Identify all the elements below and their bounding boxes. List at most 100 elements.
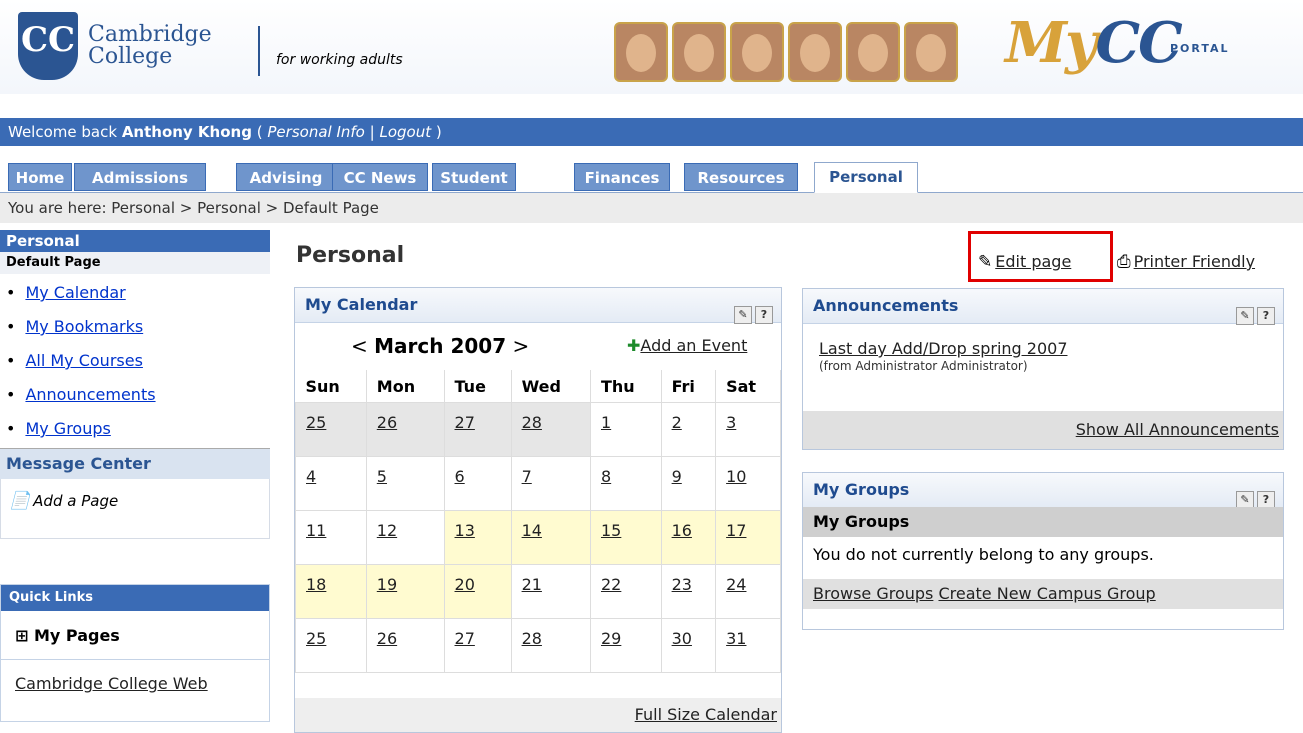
edit-page-item: ✎ Edit page	[978, 252, 1071, 272]
settings-icon[interactable]: ✎	[734, 306, 752, 324]
calendar-day-link[interactable]: 24	[726, 575, 746, 594]
cambridge-college-web-link[interactable]: Cambridge College Web	[15, 674, 208, 693]
header-photo	[904, 22, 958, 82]
groups-header: My Groups ✎?	[803, 473, 1283, 509]
calendar-day-link[interactable]: 5	[377, 467, 387, 486]
calendar-day-link[interactable]: 31	[726, 629, 746, 648]
edit-page-link[interactable]: Edit page	[995, 252, 1071, 271]
tab-student[interactable]: Student	[432, 163, 516, 191]
calendar-day-link[interactable]: 8	[601, 467, 611, 486]
calendar-day-link[interactable]: 17	[726, 521, 746, 540]
calendar-day-link[interactable]: 28	[522, 629, 542, 648]
calendar-day-link[interactable]: 19	[377, 575, 397, 594]
calendar-day-cell: 19	[365, 564, 445, 619]
next-month-button[interactable]: >	[512, 334, 529, 358]
calendar-day-cell: 25	[295, 402, 367, 457]
edit-page-icon: ✎	[978, 252, 993, 272]
calendar-day-link[interactable]: 7	[522, 467, 532, 486]
sidebar-link-my-groups[interactable]: My Groups	[25, 419, 110, 438]
add-page-item[interactable]: 📄 Add a Page	[0, 479, 270, 539]
calendar-day-link[interactable]: 11	[306, 521, 326, 540]
calendar-day-link[interactable]: 29	[601, 629, 621, 648]
portlet-controls: ✎?	[731, 296, 773, 330]
calendar-day-link[interactable]: 25	[306, 629, 326, 648]
calendar-day-link[interactable]: 9	[672, 467, 682, 486]
expand-icon[interactable]: ⊞	[15, 626, 28, 645]
calendar-portlet: My Calendar ✎? < March 2007 > ✚Add an Ev…	[294, 287, 782, 733]
welcome-prefix: Welcome back	[8, 123, 118, 141]
quick-links-panel: Quick Links ⊞ My Pages Cambridge College…	[0, 584, 270, 722]
calendar-day-cell: 30	[660, 618, 717, 673]
calendar-day-link[interactable]: 21	[522, 575, 542, 594]
prev-month-button[interactable]: <	[351, 334, 368, 358]
calendar-day-link[interactable]: 27	[455, 413, 475, 432]
calendar-day-link[interactable]: 10	[726, 467, 746, 486]
sidebar-link-announcements[interactable]: Announcements	[25, 385, 155, 404]
header-photo	[788, 22, 842, 82]
calendar-day-link[interactable]: 30	[672, 629, 692, 648]
personal-info-link[interactable]: Personal Info	[267, 123, 364, 141]
browse-groups-link[interactable]: Browse Groups	[813, 584, 933, 603]
sidebar-link-my-bookmarks[interactable]: My Bookmarks	[25, 317, 143, 336]
printer-friendly-link[interactable]: Printer Friendly	[1134, 252, 1255, 271]
calendar-day-link[interactable]: 1	[601, 413, 611, 432]
calendar-day-link[interactable]: 2	[672, 413, 682, 432]
logout-link[interactable]: Logout	[379, 123, 431, 141]
tab-home[interactable]: Home	[8, 163, 72, 191]
calendar-day-link[interactable]: 26	[377, 629, 397, 648]
groups-actions: Browse Groups Create New Campus Group	[803, 579, 1283, 609]
calendar-day-link[interactable]: 16	[672, 521, 692, 540]
message-center-item[interactable]: Message Center	[0, 448, 270, 479]
calendar-day-link[interactable]: 12	[377, 521, 397, 540]
calendar-day-link[interactable]: 22	[601, 575, 621, 594]
calendar-day-link[interactable]: 18	[306, 575, 326, 594]
tab-admissions[interactable]: Admissions	[74, 163, 206, 191]
quick-links-divider	[1, 659, 269, 660]
calendar-day-cell: 3	[715, 402, 781, 457]
calendar-day-link[interactable]: 23	[672, 575, 692, 594]
calendar-week-row: 25 26 27 28 29 30 31	[295, 618, 781, 673]
tab-finances[interactable]: Finances	[574, 163, 670, 191]
calendar-day-link[interactable]: 28	[522, 413, 542, 432]
sidebar-item-announcements: • Announcements	[6, 385, 156, 404]
weekday-header: Fri	[661, 370, 717, 403]
help-icon[interactable]: ?	[1257, 307, 1275, 325]
calendar-day-link[interactable]: 13	[455, 521, 475, 540]
logo-text: Cambridge College	[88, 24, 212, 68]
calendar-day-link[interactable]: 6	[455, 467, 465, 486]
sidebar-link-my-calendar[interactable]: My Calendar	[25, 283, 125, 302]
calendar-day-link[interactable]: 26	[377, 413, 397, 432]
calendar-day-link[interactable]: 27	[455, 629, 475, 648]
announcements-header: Announcements ✎?	[803, 289, 1283, 325]
tab-cc-news[interactable]: CC News	[332, 163, 428, 191]
breadcrumb: You are here: Personal > Personal > Defa…	[0, 193, 1303, 223]
calendar-day-link[interactable]: 20	[455, 575, 475, 594]
calendar-day-link[interactable]: 3	[726, 413, 736, 432]
calendar-day-link[interactable]: 4	[306, 467, 316, 486]
cambridge-college-logo[interactable]: CC	[18, 12, 78, 80]
my-pages-item[interactable]: ⊞ My Pages	[1, 611, 269, 655]
calendar-day-cell: 18	[295, 564, 367, 619]
show-all-announcements-link[interactable]: Show All Announcements	[1076, 420, 1279, 439]
tab-personal[interactable]: Personal	[814, 162, 918, 193]
sidebar-link-all-my-courses[interactable]: All My Courses	[25, 351, 142, 370]
tab-advising[interactable]: Advising	[236, 163, 336, 191]
help-icon[interactable]: ?	[755, 306, 773, 324]
logo-line1: Cambridge	[88, 22, 212, 47]
tab-resources[interactable]: Resources	[684, 163, 798, 191]
calendar-day-link[interactable]: 14	[522, 521, 542, 540]
calendar-week-row: 11 12 13 14 15 16 17	[295, 510, 781, 565]
calendar-week-row: 18 19 20 21 22 23 24	[295, 564, 781, 619]
quick-links-title: Quick Links	[1, 585, 269, 611]
groups-subheader: My Groups	[803, 507, 1283, 537]
header-photo	[846, 22, 900, 82]
full-size-calendar-link[interactable]: Full Size Calendar	[635, 705, 777, 724]
settings-icon[interactable]: ✎	[1236, 307, 1254, 325]
add-event-link[interactable]: Add an Event	[640, 336, 747, 355]
calendar-day-link[interactable]: 25	[306, 413, 326, 432]
announcement-link[interactable]: Last day Add/Drop spring 2007	[819, 339, 1068, 358]
create-group-link[interactable]: Create New Campus Group	[938, 584, 1155, 603]
add-event-item: ✚Add an Event	[627, 336, 747, 355]
calendar-day-link[interactable]: 15	[601, 521, 621, 540]
weekday-header: Mon	[366, 370, 445, 403]
